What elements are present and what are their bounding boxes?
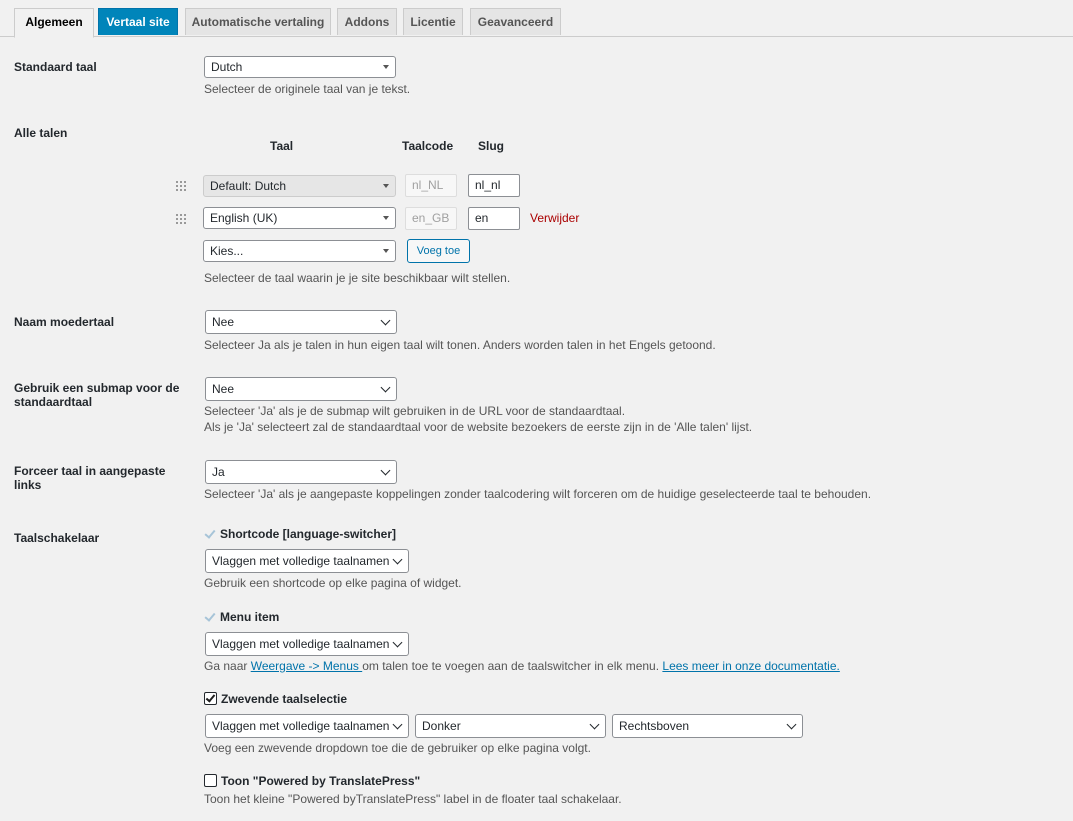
menu-item-option: Menu item — [204, 610, 279, 624]
menu-desc-middle: om talen toe te voegen aan de taalswitch… — [362, 659, 663, 673]
documentation-link[interactable]: Lees meer in onze documentatie. — [662, 659, 839, 673]
language-row-1-slug[interactable]: nl_nl — [468, 174, 520, 197]
choose-language-select[interactable]: Kies... — [203, 240, 396, 262]
chevron-down-icon — [380, 465, 391, 476]
check-icon — [204, 611, 216, 623]
force-language-description: Selecteer 'Ja' als je aangepaste koppeli… — [204, 487, 872, 501]
force-language-value: Ja — [212, 465, 225, 479]
native-name-select[interactable]: Nee — [205, 310, 397, 334]
tab-license[interactable]: Licentie — [403, 8, 463, 35]
subdirectory-description-1: Selecteer 'Ja' als je de submap wilt geb… — [204, 404, 626, 418]
default-language-label: Standaard taal — [14, 60, 97, 74]
drag-handle-icon[interactable] — [176, 181, 186, 191]
force-language-label: Forceer taal in aangepaste links — [14, 464, 165, 492]
floating-checkbox[interactable] — [204, 692, 217, 705]
floating-option[interactable]: Zwevende taalselectie — [204, 692, 347, 706]
floating-position-select[interactable]: Rechtsboven — [612, 714, 803, 738]
floating-description: Voeg een zwevende dropdown toe die de ge… — [204, 741, 591, 755]
floating-label: Zwevende taalselectie — [221, 692, 348, 706]
default-language-value: Dutch — [211, 60, 243, 74]
language-row-1-value: Default: Dutch — [210, 179, 287, 193]
tab-advanced[interactable]: Geavanceerd — [470, 8, 561, 35]
language-row-2-slug[interactable]: en — [468, 207, 520, 230]
language-row-2-select[interactable]: English (UK) — [203, 207, 396, 229]
native-name-label: Naam moedertaal — [14, 315, 115, 329]
choose-language-placeholder: Kies... — [210, 244, 244, 258]
menu-description: Ga naar Weergave -> Menus om talen toe t… — [204, 658, 840, 674]
shortcode-label: Shortcode [language-switcher] — [220, 527, 397, 541]
menus-link[interactable]: Weergave -> Menus — [251, 659, 363, 673]
menu-style-value: Vlaggen met volledige taalnamen — [212, 637, 390, 651]
add-language-button[interactable]: Voeg toe — [407, 239, 470, 263]
column-header-language: Taal — [270, 139, 294, 153]
shortcode-style-value: Vlaggen met volledige taalnamen — [212, 554, 390, 568]
powered-by-description: Toon het kleine "Powered byTranslatePres… — [204, 792, 622, 806]
floating-style-value: Vlaggen met volledige taalnamen — [212, 719, 390, 733]
floating-position-value: Rechtsboven — [619, 719, 690, 733]
subdirectory-description-2: Als je 'Ja' selecteert zal de standaardt… — [204, 420, 753, 434]
chevron-down-icon — [380, 315, 391, 326]
native-name-value: Nee — [212, 315, 235, 329]
powered-by-checkbox[interactable] — [204, 774, 217, 787]
chevron-down-icon — [786, 719, 797, 730]
switcher-label: Taalschakelaar — [14, 531, 100, 545]
floating-theme-value: Donker — [422, 719, 461, 733]
chevron-down-icon — [392, 637, 403, 648]
chevron-down-icon — [392, 719, 403, 730]
menu-item-label: Menu item — [220, 610, 280, 624]
shortcode-style-select[interactable]: Vlaggen met volledige taalnamen — [205, 549, 409, 573]
default-language-description: Selecteer de originele taal van je tekst… — [204, 82, 411, 96]
subdirectory-select[interactable]: Nee — [205, 377, 397, 401]
native-name-description: Selecteer Ja als je talen in hun eigen t… — [204, 338, 716, 352]
all-languages-label: Alle talen — [14, 126, 68, 140]
language-row-1-select: Default: Dutch — [203, 175, 396, 197]
shortcode-option: Shortcode [language-switcher] — [204, 527, 396, 541]
default-language-select[interactable]: Dutch — [204, 56, 396, 78]
dropdown-arrow-icon — [383, 65, 389, 69]
force-language-select[interactable]: Ja — [205, 460, 397, 484]
chevron-down-icon — [380, 382, 391, 393]
remove-language-link[interactable]: Verwijder — [530, 211, 579, 225]
tab-automatic-translation[interactable]: Automatische vertaling — [185, 8, 331, 35]
tab-addons[interactable]: Addons — [337, 8, 397, 35]
force-language-label-line2: links — [14, 478, 42, 492]
language-row-2-value: English (UK) — [210, 211, 278, 225]
floating-style-select[interactable]: Vlaggen met volledige taalnamen — [205, 714, 409, 738]
shortcode-description: Gebruik een shortcode op elke pagina of … — [204, 576, 462, 590]
tab-translate-site[interactable]: Vertaal site — [98, 8, 178, 35]
all-languages-description: Selecteer de taal waarin je je site besc… — [204, 271, 511, 285]
tabs-divider — [0, 36, 1073, 37]
dropdown-arrow-icon — [383, 184, 389, 188]
column-header-code: Taalcode — [402, 139, 454, 153]
dropdown-arrow-icon — [383, 249, 389, 253]
chevron-down-icon — [589, 719, 600, 730]
powered-by-label: Toon "Powered by TranslatePress" — [221, 774, 421, 788]
subdirectory-label-line2: standaardtaal — [14, 395, 93, 409]
column-header-slug: Slug — [478, 139, 504, 153]
force-language-label-line1: Forceer taal in aangepaste — [14, 464, 166, 478]
chevron-down-icon — [392, 554, 403, 565]
powered-by-option[interactable]: Toon "Powered by TranslatePress" — [204, 774, 420, 788]
subdirectory-label-line1: Gebruik een submap voor de — [14, 381, 180, 395]
drag-handle-icon[interactable] — [176, 214, 186, 224]
subdirectory-label: Gebruik een submap voor de standaardtaal — [14, 381, 179, 409]
subdirectory-value: Nee — [212, 382, 235, 396]
floating-theme-select[interactable]: Donker — [415, 714, 606, 738]
language-row-2-code: en_GB — [405, 207, 457, 230]
menu-style-select[interactable]: Vlaggen met volledige taalnamen — [205, 632, 409, 656]
tab-general[interactable]: Algemeen — [14, 8, 94, 38]
check-icon — [204, 528, 216, 540]
menu-desc-before: Ga naar — [204, 659, 251, 673]
dropdown-arrow-icon — [383, 216, 389, 220]
language-row-1-code: nl_NL — [405, 174, 457, 197]
